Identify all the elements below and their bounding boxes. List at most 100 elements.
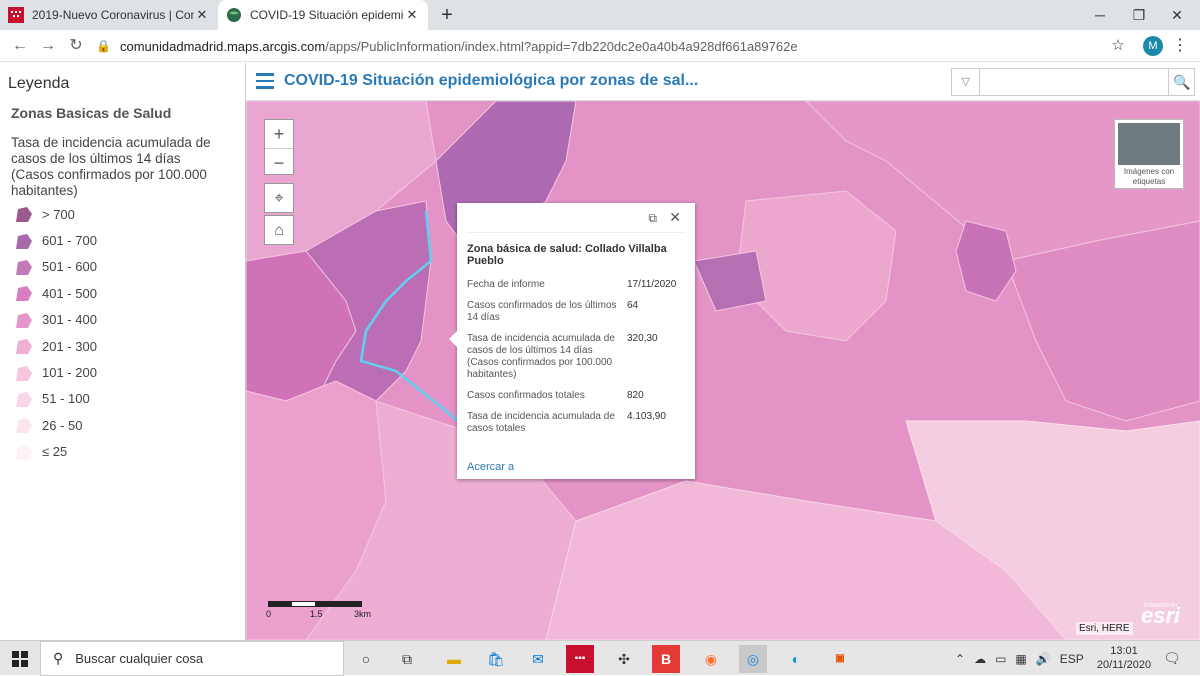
close-tab-icon[interactable]: ✕ xyxy=(194,7,210,23)
popup-attribute-row: Casos confirmados de los últimos 14 días… xyxy=(467,300,685,324)
globe-icon xyxy=(227,8,241,22)
popup-attribute-key: Tasa de incidencia acumulada de casos to… xyxy=(467,411,615,434)
kebab-menu-icon[interactable]: ⋮ xyxy=(1172,34,1188,58)
tab-title: 2019-Nuevo Coronavirus | Comu xyxy=(32,8,194,22)
legend-class-row: 301 - 400 xyxy=(14,307,237,333)
popup-attribute-key: Fecha de informe xyxy=(467,279,545,290)
taskbar-clock[interactable]: 13:01 20/11/2020 xyxy=(1094,644,1154,672)
cloud-icon[interactable]: ☁ xyxy=(974,652,986,666)
legend-class-label: 601 - 700 xyxy=(42,233,97,249)
map-attribution[interactable]: Esri, HERE xyxy=(1076,622,1133,635)
legend-class-row: 601 - 700 xyxy=(14,227,237,253)
legend-swatch xyxy=(14,390,34,408)
popup-header: ⧉ ✕ xyxy=(467,203,685,233)
legend-heading: Leyenda xyxy=(8,75,70,92)
mail-icon[interactable]: ✉ xyxy=(524,645,552,673)
close-icon[interactable]: ✕ xyxy=(669,209,681,226)
legend-class-label: 201 - 300 xyxy=(42,338,97,354)
battery-icon[interactable]: ▭ xyxy=(995,652,1006,666)
legend-swatch xyxy=(14,232,34,250)
b-app-icon[interactable]: B xyxy=(652,645,680,673)
url-host: comunidadmadrid.maps.arcgis.com xyxy=(120,38,326,54)
popup-attribute-value: 820 xyxy=(627,390,644,401)
legend-class-row: 51 - 100 xyxy=(14,386,237,412)
taskbar-search[interactable]: ⚲ Buscar cualquier cosa xyxy=(40,641,344,676)
search-input[interactable] xyxy=(980,69,1169,95)
zoom-to-link[interactable]: Acercar a xyxy=(467,461,514,473)
lock-icon: 🔒 xyxy=(96,39,111,53)
locate-icon[interactable]: ⌖ xyxy=(264,183,294,213)
legend-swatch xyxy=(14,205,34,223)
app-icon[interactable]: ▣ xyxy=(826,645,854,673)
new-tab-button[interactable]: + xyxy=(436,4,458,26)
legend-class-row: ≤ 25 xyxy=(14,439,237,465)
avatar[interactable]: M xyxy=(1143,36,1163,56)
legend-class-row: 401 - 500 xyxy=(14,280,237,306)
zoom-controls: + − xyxy=(264,119,294,175)
popup-attribute-key: Casos confirmados de los últimos 14 días xyxy=(467,300,617,323)
popup-attribute-row: Tasa de incidencia acumulada de casos de… xyxy=(467,333,685,381)
language-indicator[interactable]: ESP xyxy=(1060,652,1084,666)
basemap-label: Imágenes con etiquetas xyxy=(1123,167,1175,186)
legend-panel: Leyenda Zonas Basicas de Salud Tasa de i… xyxy=(0,63,246,640)
browser-toolbar: ← → ↻ 🔒 comunidadmadrid.maps.arcgis.com /… xyxy=(0,30,1200,62)
taskbar-search-placeholder: Buscar cualquier cosa xyxy=(75,651,204,666)
basemap-toggle[interactable]: Imágenes con etiquetas xyxy=(1114,119,1184,189)
store-icon[interactable]: 🛍 xyxy=(482,645,510,673)
file-explorer-icon[interactable]: ▬ xyxy=(440,645,468,673)
madrid-app-icon[interactable]: ▪▪▪ xyxy=(566,645,594,673)
legend-class-label: 51 - 100 xyxy=(42,391,90,407)
popup-attribute-value: 4.103,90 xyxy=(627,411,666,422)
firefox-icon[interactable]: ◉ xyxy=(697,645,725,673)
browser-tab-strip: 2019-Nuevo Coronavirus | Comu ✕ COVID-19… xyxy=(0,0,1200,30)
chevron-up-icon[interactable]: ⌃ xyxy=(955,652,965,666)
popup-title: Zona básica de salud: Collado Villalba P… xyxy=(467,243,667,267)
legend-class-label: 101 - 200 xyxy=(42,365,97,381)
forward-arrow-icon[interactable]: → xyxy=(36,34,60,58)
tab-covid-map[interactable]: COVID-19 Situación epidemiológ ✕ xyxy=(218,0,428,30)
back-arrow-icon[interactable]: ← xyxy=(8,34,32,58)
popup-attribute-row: Fecha de informe 17/11/2020 xyxy=(467,279,685,291)
tab-coronavirus[interactable]: 2019-Nuevo Coronavirus | Comu ✕ xyxy=(0,0,218,30)
address-bar[interactable]: 🔒 comunidadmadrid.maps.arcgis.com/apps/P… xyxy=(96,33,1136,59)
clock-date: 20/11/2020 xyxy=(1096,659,1152,671)
app-grid-icon[interactable]: ✣ xyxy=(610,645,638,673)
popup-attribute-row: Tasa de incidencia acumulada de casos to… xyxy=(467,411,685,435)
volume-icon[interactable]: 🔊 xyxy=(1036,652,1051,666)
legend-class-row: 501 - 600 xyxy=(14,254,237,280)
satellite-thumbnail xyxy=(1118,123,1180,165)
scale-label: 3km xyxy=(354,609,372,619)
minimize-icon[interactable]: ─ xyxy=(1085,4,1115,26)
hamburger-menu-icon[interactable] xyxy=(256,73,274,89)
home-icon[interactable]: ⌂ xyxy=(264,215,294,245)
cortana-icon[interactable]: ○ xyxy=(352,645,380,673)
restore-icon[interactable]: ❐ xyxy=(1124,4,1154,26)
maximize-icon[interactable]: ⧉ xyxy=(648,211,657,226)
zoom-in-button[interactable]: + xyxy=(265,120,293,148)
reload-icon[interactable]: ↻ xyxy=(64,34,88,58)
chrome-icon[interactable]: ◎ xyxy=(739,645,767,673)
close-tab-icon[interactable]: ✕ xyxy=(404,7,420,23)
esri-logo[interactable]: esri xyxy=(1141,603,1180,629)
zoom-out-button[interactable]: − xyxy=(265,148,293,176)
search-icon[interactable]: 🔍 xyxy=(1168,69,1194,95)
windows-start-icon[interactable] xyxy=(0,641,40,676)
app-header: COVID-19 Situación epidemiológica por zo… xyxy=(246,63,1200,101)
search-source-dropdown-icon[interactable]: ▽ xyxy=(952,69,981,95)
popup-attribute-value: 320,30 xyxy=(627,333,658,344)
star-icon[interactable]: ☆ xyxy=(1108,34,1128,58)
notification-icon[interactable]: 🗨 xyxy=(1162,647,1182,669)
network-icon[interactable]: ▦ xyxy=(1015,652,1026,666)
legend-class-row: > 700 xyxy=(14,201,237,227)
edge-icon[interactable]: ◐ xyxy=(782,645,810,673)
legend-class-label: 301 - 400 xyxy=(42,312,97,328)
window-close-icon[interactable]: ✕ xyxy=(1162,4,1192,26)
legend-class-row: 101 - 200 xyxy=(14,359,237,385)
task-view-icon[interactable]: ⧉ xyxy=(393,645,421,673)
map-view[interactable]: + − ⌖ ⌂ Imágenes con etiquetas ⧉ ✕ Zona … xyxy=(246,101,1200,640)
popup-attribute-value: 17/11/2020 xyxy=(627,279,677,290)
legend-class-label: > 700 xyxy=(42,206,75,222)
legend-classes: > 700 601 - 700 501 - 600 401 - 500 301 - 40… xyxy=(8,201,237,465)
search-box: ▽ 🔍 xyxy=(951,68,1195,96)
legend-swatch xyxy=(14,364,34,382)
